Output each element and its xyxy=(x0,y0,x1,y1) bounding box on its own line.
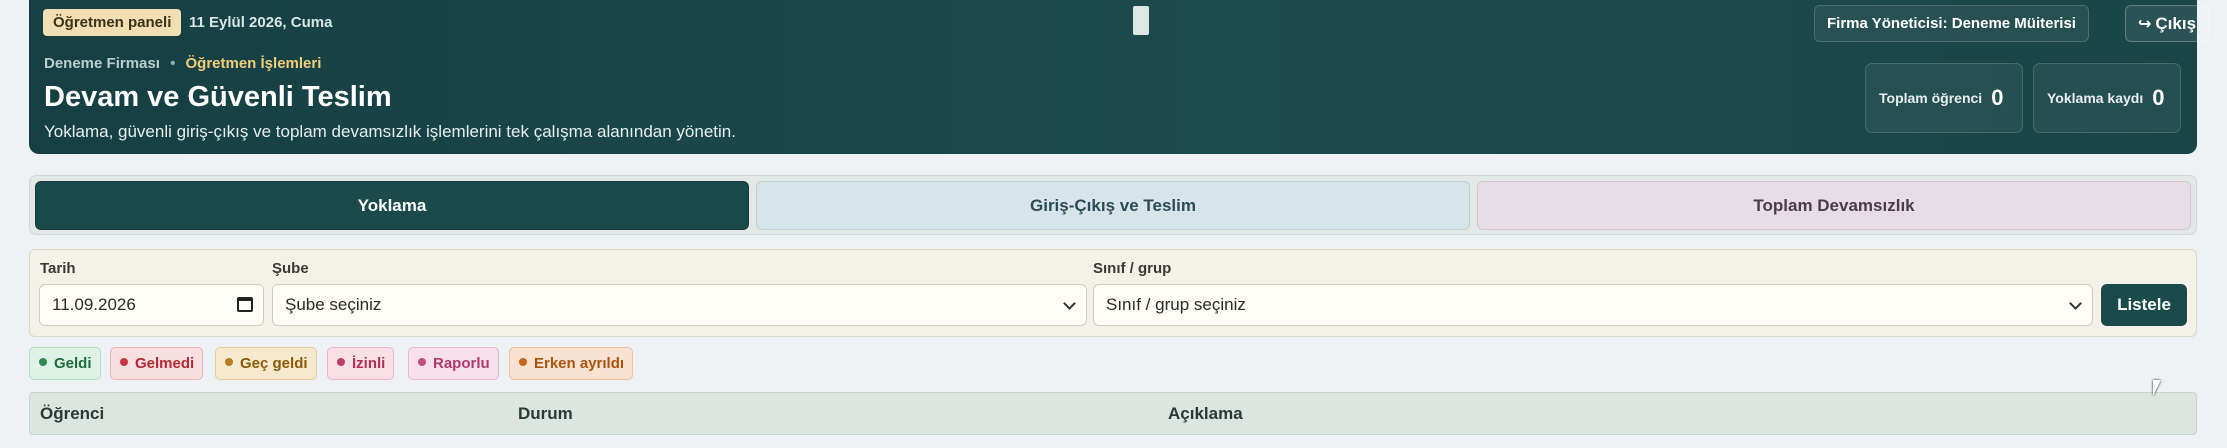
column-header-student: Öğrenci xyxy=(40,404,105,423)
stat-attendance-records: Yoklama kaydı 0 xyxy=(2033,63,2181,133)
date-input[interactable]: 11.09.2026 xyxy=(39,284,264,326)
date-value: 11.09.2026 xyxy=(52,295,136,314)
legend-absent: Gelmedi xyxy=(110,347,204,380)
stat-label: Yoklama kaydı xyxy=(2047,90,2144,106)
branch-select-value: Şube seçiniz xyxy=(285,295,382,314)
breadcrumb-current: Öğretmen İşlemleri xyxy=(185,55,322,72)
tab-entry-exit[interactable]: Giriş-Çıkış ve Teslim xyxy=(756,181,1470,230)
legend-present: Geldi xyxy=(29,347,101,380)
table-header: Öğrenci Durum Açıklama xyxy=(29,392,2197,435)
legend-medical: Raporlu xyxy=(408,347,499,380)
status-dot-icon xyxy=(519,358,527,366)
status-dot-icon xyxy=(39,358,47,366)
breadcrumb: Deneme Firması • Öğretmen İşlemleri xyxy=(44,55,321,73)
scroll-marker xyxy=(1133,6,1149,35)
chevron-down-icon xyxy=(1063,297,1076,310)
branch-label: Şube xyxy=(272,260,309,277)
status-dot-icon xyxy=(225,358,233,366)
group-select[interactable]: Sınıf / grup seçiniz xyxy=(1093,284,2093,326)
date-label: Tarih xyxy=(40,260,76,277)
legend-label: Geç geldi xyxy=(240,355,308,372)
page-header: Öğretmen paneli 11 Eylül 2026, Cuma Firm… xyxy=(29,0,2210,154)
legend-left-early: Erken ayrıldı xyxy=(509,347,634,380)
legend-label: Gelmedi xyxy=(135,355,195,372)
logout-label: Çıkış xyxy=(2155,14,2197,33)
page-description: Yoklama, güvenli giriş-çıkış ve toplam d… xyxy=(44,122,736,141)
legend-label: Erken ayrıldı xyxy=(534,355,625,372)
branch-select[interactable]: Şube seçiniz xyxy=(272,284,1087,326)
column-header-status: Durum xyxy=(518,404,573,423)
breadcrumb-separator: • xyxy=(170,55,176,72)
tab-bar: Yoklama Giriş-Çıkış ve Teslim Toplam Dev… xyxy=(29,175,2197,235)
group-select-value: Sınıf / grup seçiniz xyxy=(1106,295,1246,314)
stat-total-students: Toplam öğrenci 0 xyxy=(1865,63,2023,133)
legend-late: Geç geldi xyxy=(215,347,317,380)
legend-label: İzinli xyxy=(352,355,386,372)
stat-label: Toplam öğrenci xyxy=(1879,90,1983,106)
list-button[interactable]: Listele xyxy=(2101,284,2187,326)
status-dot-icon xyxy=(120,358,128,366)
group-label: Sınıf / grup xyxy=(1093,260,1172,277)
user-role-chip[interactable]: Firma Yöneticisi: Deneme Müiterisi xyxy=(1814,5,2089,42)
current-date: 11 Eylül 2026, Cuma xyxy=(189,14,333,31)
column-header-note: Açıklama xyxy=(1168,404,1243,423)
tab-attendance[interactable]: Yoklama xyxy=(35,181,749,230)
legend-label: Geldi xyxy=(54,355,92,372)
sign-out-arrow-icon: ↪ xyxy=(2138,16,2152,33)
breadcrumb-company[interactable]: Deneme Firması xyxy=(44,55,160,72)
stat-value: 0 xyxy=(1991,85,2004,110)
calendar-icon[interactable] xyxy=(237,297,253,312)
status-dot-icon xyxy=(418,358,426,366)
chevron-down-icon xyxy=(2069,297,2082,310)
page-title: Devam ve Güvenli Teslim xyxy=(44,81,392,113)
tab-total-absence[interactable]: Toplam Devamsızlık xyxy=(1477,181,2191,230)
filter-panel: Tarih Şube Sınıf / grup 11.09.2026 Şube … xyxy=(29,249,2197,337)
teacher-panel-badge: Öğretmen paneli xyxy=(43,9,182,36)
legend-excused: İzinli xyxy=(327,347,395,380)
stat-value: 0 xyxy=(2152,85,2165,110)
status-dot-icon xyxy=(337,358,345,366)
logout-button[interactable]: ↪ Çıkış xyxy=(2125,5,2210,42)
legend-label: Raporlu xyxy=(433,355,490,372)
mouse-cursor-icon xyxy=(2153,380,2167,396)
